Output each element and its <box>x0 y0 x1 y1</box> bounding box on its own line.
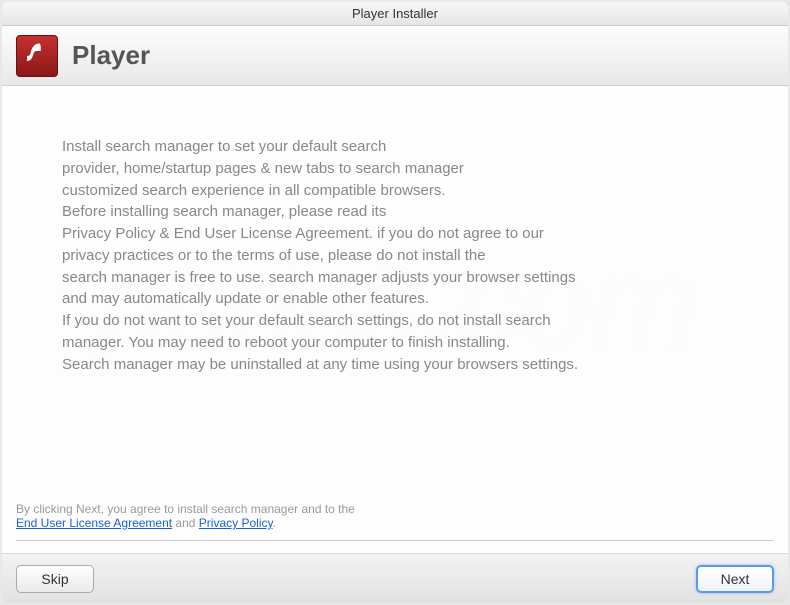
privacy-link[interactable]: Privacy Policy <box>199 516 273 530</box>
footer-and: and <box>172 516 199 530</box>
header: Player <box>2 26 788 86</box>
footer-suffix: . <box>273 516 276 530</box>
header-title: Player <box>72 40 150 71</box>
footer-prefix: By clicking Next, you agree to install s… <box>16 502 355 516</box>
titlebar: Player Installer <box>2 2 788 26</box>
button-bar: Skip Next <box>2 553 788 603</box>
next-button[interactable]: Next <box>696 565 774 593</box>
flash-player-icon <box>16 35 58 77</box>
content-area: Install search manager to set your defau… <box>2 86 788 553</box>
installer-window: Player Installer Player Install search m… <box>2 2 788 603</box>
footer-note: By clicking Next, you agree to install s… <box>16 502 774 541</box>
body-text: Install search manager to set your defau… <box>62 136 728 375</box>
skip-button[interactable]: Skip <box>16 565 94 593</box>
window-title: Player Installer <box>352 6 438 21</box>
eula-link[interactable]: End User License Agreement <box>16 516 172 530</box>
